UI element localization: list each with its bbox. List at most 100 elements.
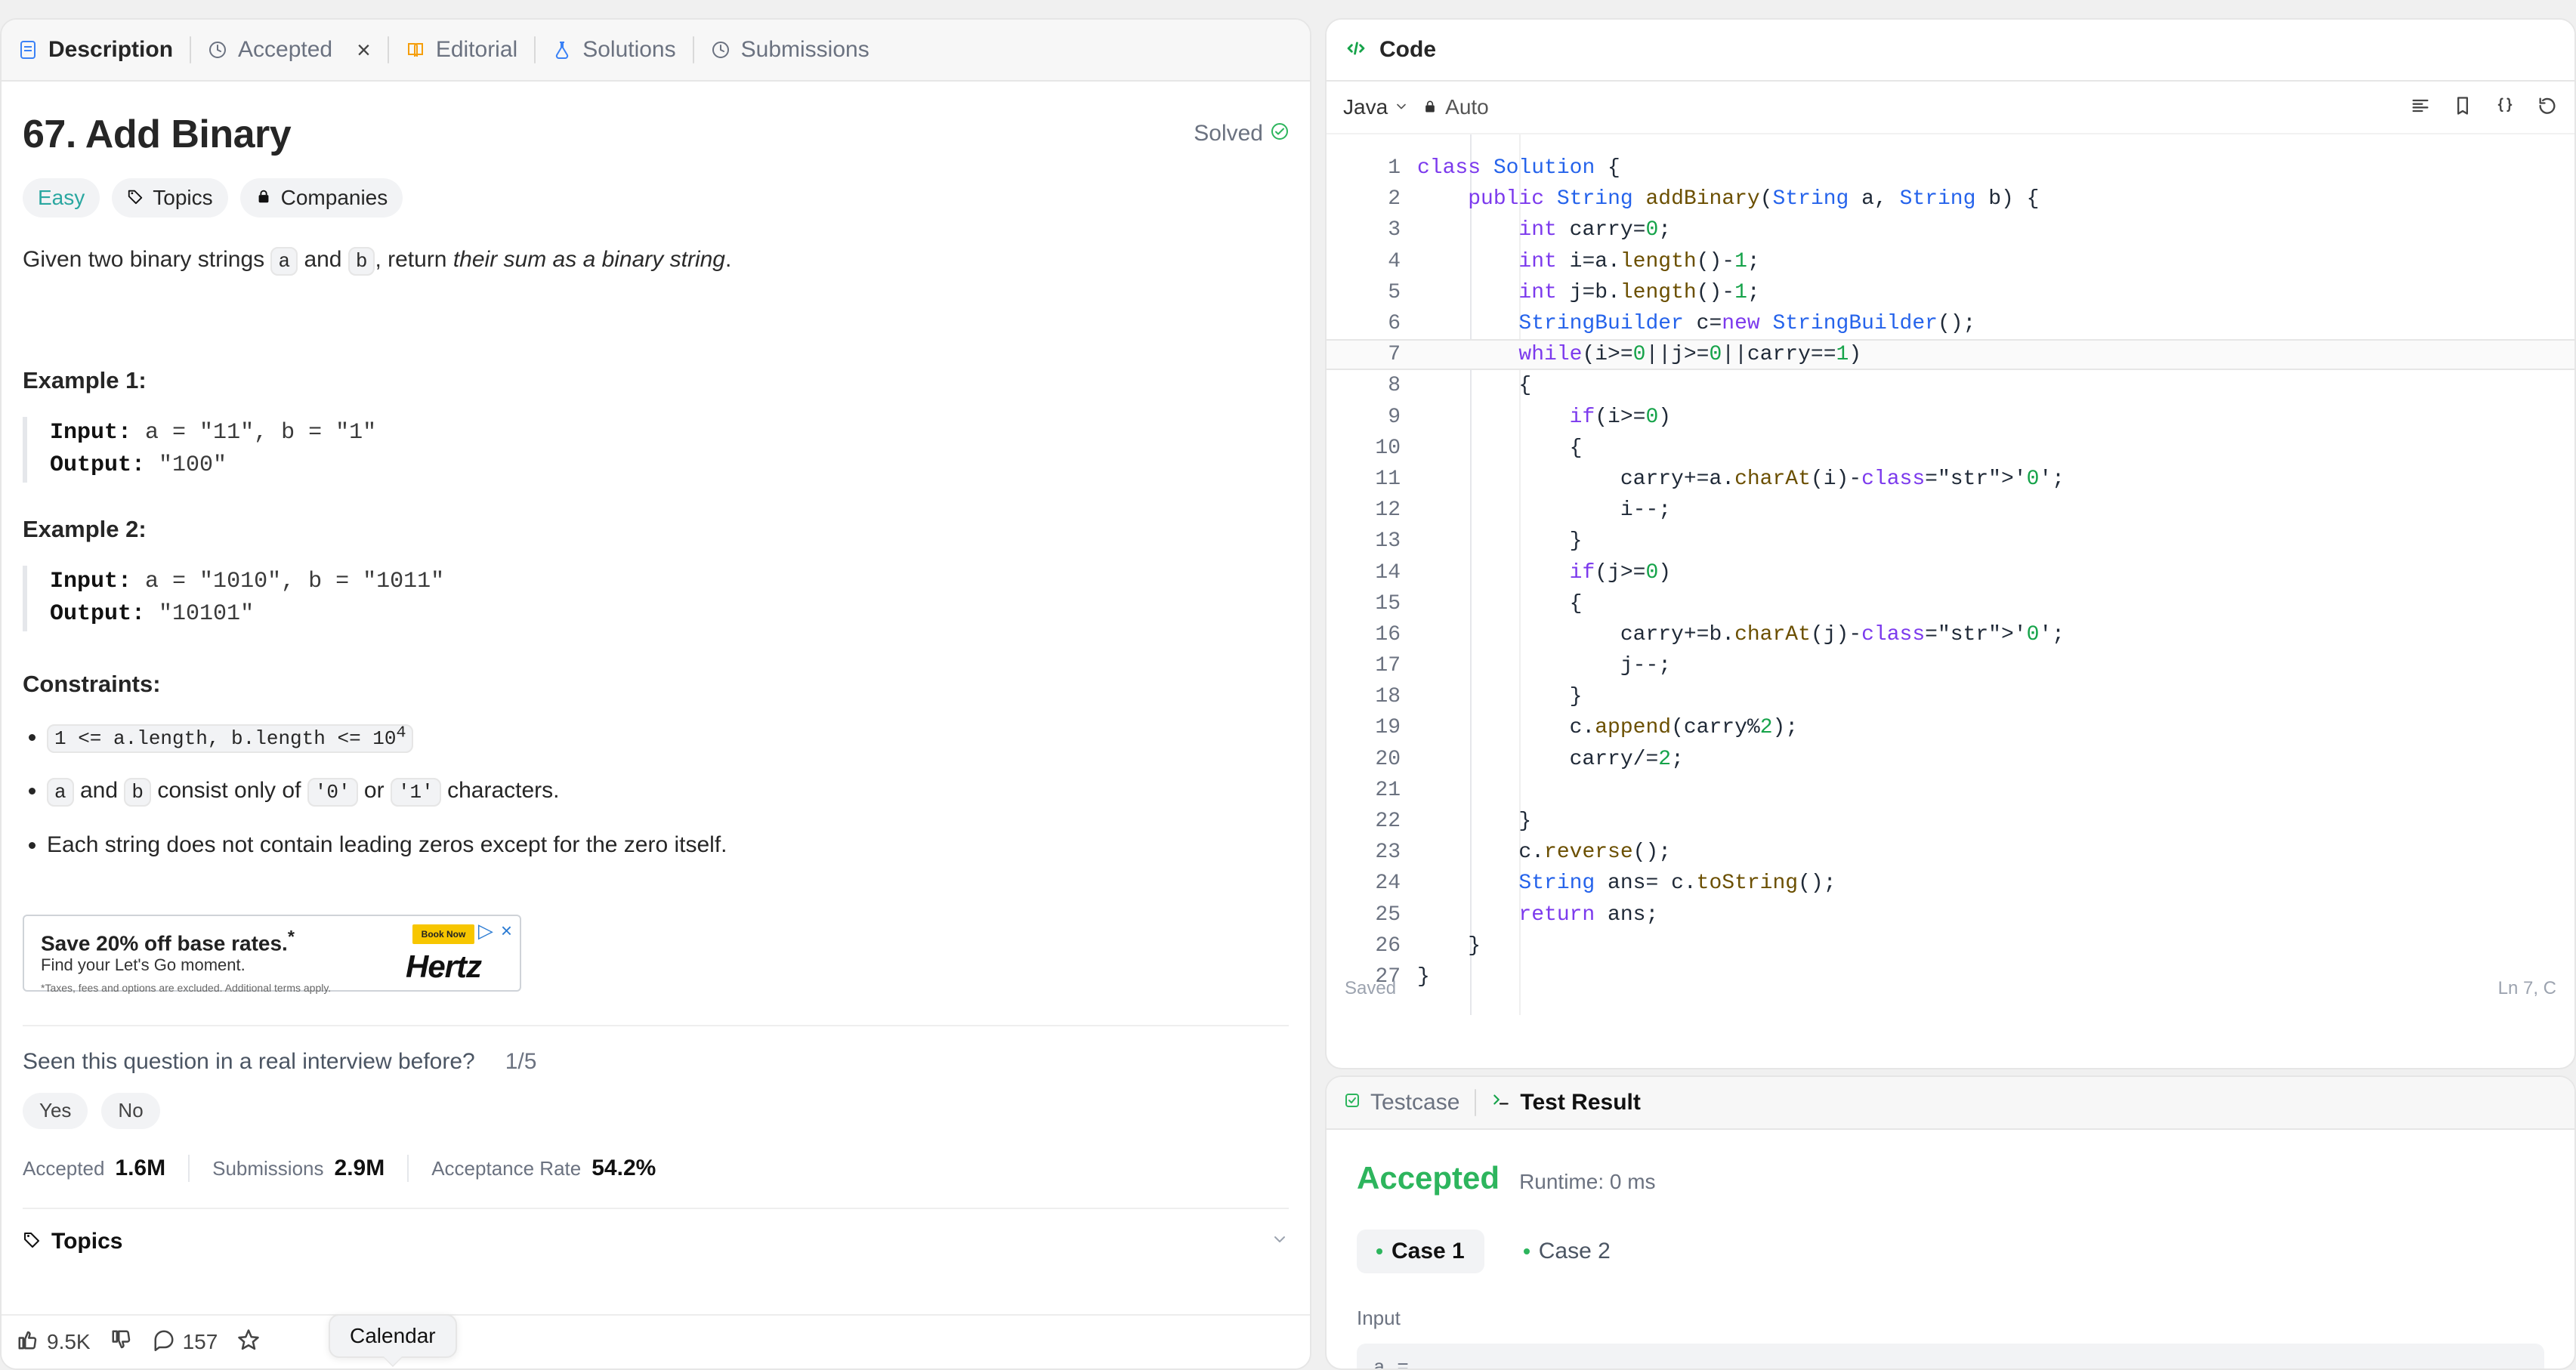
advertisement[interactable]: Save 20% off base rates.* Find your Let'…	[23, 914, 521, 994]
constraint-and: and	[79, 778, 119, 804]
code-text[interactable]: c.reverse();	[1417, 841, 1671, 864]
code-text[interactable]: class Solution {	[1417, 156, 1620, 180]
code-line[interactable]: 5 int j=b.length()-1;	[1327, 277, 2574, 308]
code-text[interactable]: carry+=b.charAt(j)-class="str">'0';	[1417, 623, 2065, 646]
braces-icon[interactable]	[2494, 95, 2516, 120]
line-number: 26	[1375, 933, 1401, 958]
code-text[interactable]: c.append(carry%2);	[1417, 716, 1799, 739]
code-line[interactable]: 18 }	[1327, 681, 2574, 712]
code-text[interactable]: public String addBinary(String a, String…	[1417, 187, 2039, 211]
code-line[interactable]: 20 carry/=2;	[1327, 744, 2574, 775]
code-line[interactable]: 16 carry+=b.charAt(j)-class="str">'0';	[1327, 619, 2574, 650]
reset-icon[interactable]	[2537, 95, 2558, 120]
example-1-input-label: Input:	[50, 419, 132, 446]
code-line[interactable]: 6 StringBuilder c=new StringBuilder();	[1327, 308, 2574, 339]
close-tab-icon[interactable]: ×	[357, 38, 371, 62]
code-text[interactable]: carry/=2;	[1417, 748, 1684, 771]
code-line[interactable]: 24 String ans= c.toString();	[1327, 868, 2574, 899]
bookmark-icon[interactable]	[2452, 95, 2473, 120]
tab-accepted[interactable]: Accepted ×	[208, 37, 371, 63]
code-lines[interactable]: 1 class Solution {2 public String addBina…	[1327, 153, 2574, 992]
tab-testcase-label: Testcase	[1370, 1090, 1460, 1115]
tab-solutions-label: Solutions	[582, 37, 676, 62]
tab-editorial[interactable]: Editorial	[406, 37, 517, 63]
code-text[interactable]: while(i>=0||j>=0||carry==1)	[1417, 343, 1861, 366]
code-text[interactable]: }	[1417, 529, 1583, 553]
adchoices-icon[interactable]: ▷	[478, 921, 493, 940]
comments-button[interactable]: 157	[153, 1328, 218, 1356]
dislike-button[interactable]	[110, 1328, 133, 1356]
code-line[interactable]: 7 while(i>=0||j>=0||carry==1)	[1327, 339, 2574, 371]
companies-chip[interactable]: Companies	[239, 178, 403, 218]
difficulty-chip[interactable]: Easy	[23, 178, 100, 218]
topics-row[interactable]: Topics	[23, 1229, 1289, 1254]
desc-suffix: .	[725, 247, 732, 272]
code-line[interactable]: 13 }	[1327, 526, 2574, 557]
code-text[interactable]: {	[1417, 374, 1531, 397]
no-button[interactable]: No	[101, 1092, 160, 1129]
code-text[interactable]: int i=a.length()-1;	[1417, 250, 1759, 273]
code-line[interactable]: 21	[1327, 775, 2574, 806]
code-text[interactable]: i--;	[1417, 498, 1671, 522]
language-select[interactable]: Java	[1343, 95, 1409, 119]
code-text[interactable]: StringBuilder c=new StringBuilder();	[1417, 312, 1975, 335]
code-line[interactable]: 3 int carry=0;	[1327, 214, 2574, 245]
code-text[interactable]: }	[1417, 810, 1531, 833]
code-text[interactable]: int carry=0;	[1417, 218, 1671, 242]
like-button[interactable]: 9.5K	[17, 1328, 91, 1356]
topics-chip[interactable]: Topics	[112, 178, 228, 218]
code-line[interactable]: 9 if(i>=0)	[1327, 402, 2574, 433]
code-line[interactable]: 22 }	[1327, 806, 2574, 837]
line-number: 25	[1375, 903, 1401, 927]
saved-status: Saved	[1345, 978, 1397, 998]
code-line[interactable]: 17 j--;	[1327, 650, 2574, 681]
code-editor[interactable]: 1 class Solution {2 public String addBina…	[1327, 134, 2574, 1015]
tab-solutions[interactable]: Solutions	[552, 37, 676, 63]
case-2-tab[interactable]: Case 2	[1504, 1230, 1630, 1273]
code-text[interactable]: j--;	[1417, 654, 1671, 677]
code-text[interactable]: int j=b.length()-1;	[1417, 281, 1759, 304]
code-line[interactable]: 2 public String addBinary(String a, Stri…	[1327, 184, 2574, 214]
code-text[interactable]: }	[1417, 685, 1583, 708]
code-line[interactable]: 15 {	[1327, 588, 2574, 619]
title-row: 67. Add Binary Solved	[23, 112, 1289, 157]
code-line[interactable]: 14 if(j>=0)	[1327, 557, 2574, 588]
code-text[interactable]: String ans= c.toString();	[1417, 872, 1836, 895]
code-text[interactable]: {	[1417, 592, 1583, 616]
autosave-mode[interactable]: Auto	[1422, 95, 1489, 119]
tab-description[interactable]: Description	[18, 37, 173, 63]
code-text[interactable]: {	[1417, 437, 1583, 460]
code-line[interactable]: 10 {	[1327, 433, 2574, 464]
history-icon	[208, 40, 227, 60]
code-text[interactable]: if(j>=0)	[1417, 561, 1671, 585]
code-line[interactable]: 25 return ans;	[1327, 899, 2574, 930]
code-text[interactable]: }	[1417, 934, 1481, 958]
code-line[interactable]: 12 i--;	[1327, 495, 2574, 526]
tab-test-result[interactable]: Test Result	[1491, 1090, 1641, 1115]
code-line[interactable]: 1 class Solution {	[1327, 153, 2574, 184]
chevron-down-icon	[1271, 1229, 1289, 1254]
favorite-button[interactable]	[237, 1328, 260, 1356]
code-line[interactable]: 8 {	[1327, 370, 2574, 401]
app-root: Description Accepted × Editorial Solutio…	[0, 0, 2576, 1370]
acceptance-stats: Accepted 1.6M Submissions 2.9M Acceptanc…	[23, 1154, 1289, 1182]
code-line[interactable]: 11 carry+=a.charAt(i)-class="str">'0';	[1327, 464, 2574, 495]
line-number: 24	[1375, 872, 1401, 896]
code-text[interactable]: if(i>=0)	[1417, 406, 1671, 429]
yes-button[interactable]: Yes	[23, 1092, 88, 1129]
case-2-label: Case 2	[1538, 1239, 1611, 1264]
case-1-tab[interactable]: Case 1	[1357, 1230, 1484, 1273]
tab-testcase[interactable]: Testcase	[1343, 1090, 1459, 1115]
constraint-text: consist only of	[157, 778, 301, 804]
code-text[interactable]: carry+=a.charAt(i)-class="str">'0';	[1417, 467, 2065, 491]
code-text[interactable]: return ans;	[1417, 903, 1658, 927]
code-line[interactable]: 23 c.reverse();	[1327, 837, 2574, 868]
format-icon[interactable]	[2410, 95, 2431, 120]
close-ad-icon[interactable]: ×	[501, 921, 512, 940]
code-line[interactable]: 26 }	[1327, 930, 2574, 961]
ad-book-now[interactable]: Book Now	[412, 924, 475, 944]
stats-separator	[188, 1154, 190, 1182]
code-line[interactable]: 19 c.append(carry%2);	[1327, 712, 2574, 743]
tab-submissions[interactable]: Submissions	[711, 37, 869, 63]
code-line[interactable]: 4 int i=a.length()-1;	[1327, 246, 2574, 277]
